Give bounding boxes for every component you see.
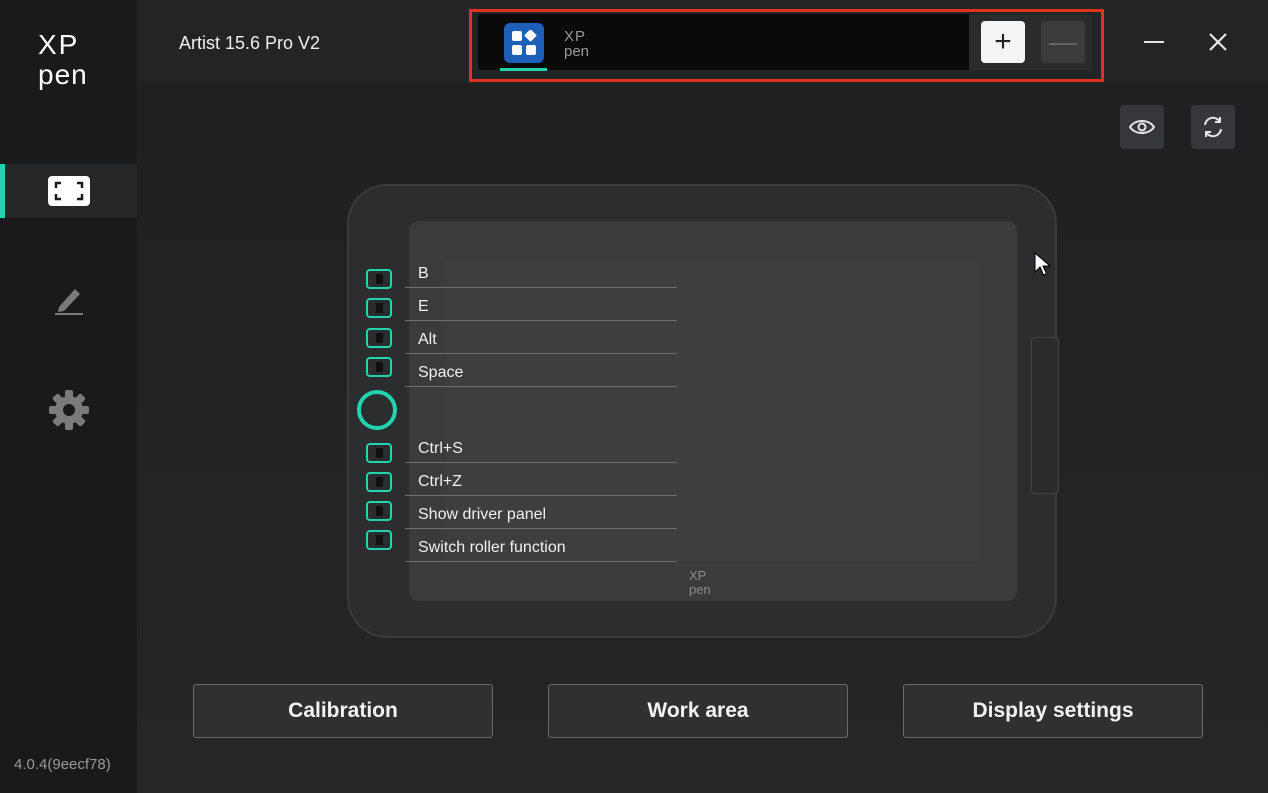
xppen-logo: XP pen [38, 29, 88, 90]
sidebar-item-display[interactable] [0, 164, 137, 218]
key-divider [405, 353, 677, 354]
display-settings-button[interactable]: Display settings [903, 684, 1203, 738]
minimize-button[interactable] [1134, 22, 1174, 62]
key-divider [405, 561, 677, 562]
gear-icon [48, 390, 89, 430]
pen-icon [54, 289, 83, 315]
calibration-button[interactable]: Calibration [193, 684, 493, 738]
key-divider [405, 320, 677, 321]
key-divider [405, 495, 677, 496]
express-key-6[interactable] [366, 472, 392, 492]
key-label-5[interactable]: Ctrl+S [418, 440, 463, 458]
key-divider [405, 462, 677, 463]
key-label-3[interactable]: Alt [418, 331, 437, 349]
express-key-2[interactable] [366, 298, 392, 318]
close-button[interactable] [1198, 22, 1238, 62]
svg-text:XP: XP [689, 568, 706, 583]
key-divider [405, 528, 677, 529]
express-key-8[interactable] [366, 530, 392, 550]
key-label-2[interactable]: E [418, 298, 429, 316]
sidebar-item-pen[interactable] [0, 272, 137, 326]
sidebar-item-settings[interactable] [0, 383, 137, 437]
express-key-7[interactable] [366, 501, 392, 521]
key-label-8[interactable]: Switch roller function [418, 539, 566, 557]
key-label-4[interactable]: Space [418, 364, 463, 382]
refresh-button[interactable] [1191, 105, 1235, 149]
preview-button[interactable] [1120, 105, 1164, 149]
close-icon [1209, 33, 1227, 51]
device-title: Artist 15.6 Pro V2 [179, 33, 321, 53]
key-label-6[interactable]: Ctrl+Z [418, 473, 462, 491]
mouse-cursor-icon [1034, 252, 1052, 276]
svg-text:pen: pen [38, 59, 88, 90]
highlight-box [469, 9, 1104, 82]
svg-text:pen: pen [689, 582, 711, 596]
eye-icon [1129, 120, 1155, 134]
express-key-5[interactable] [366, 443, 392, 463]
express-key-3[interactable] [366, 328, 392, 348]
tablet-screen-logo: XP pen [689, 568, 711, 596]
screen-frame-icon [47, 176, 90, 206]
refresh-icon [1204, 116, 1222, 138]
work-area-button[interactable]: Work area [548, 684, 848, 738]
express-key-1[interactable] [366, 269, 392, 289]
key-divider [405, 386, 677, 387]
svg-text:XP: XP [38, 29, 79, 60]
minimize-icon [1144, 41, 1164, 43]
key-label-7[interactable]: Show driver panel [418, 506, 546, 524]
express-key-4[interactable] [366, 357, 392, 377]
key-divider [405, 287, 677, 288]
tablet-side-port [1031, 337, 1059, 494]
version-label: 4.0.4(9eecf78) [14, 756, 111, 773]
roller-dial[interactable] [357, 390, 397, 430]
sidebar: XP pen 4.0.4(9eecf78) [0, 0, 137, 793]
key-label-1[interactable]: B [418, 265, 429, 283]
